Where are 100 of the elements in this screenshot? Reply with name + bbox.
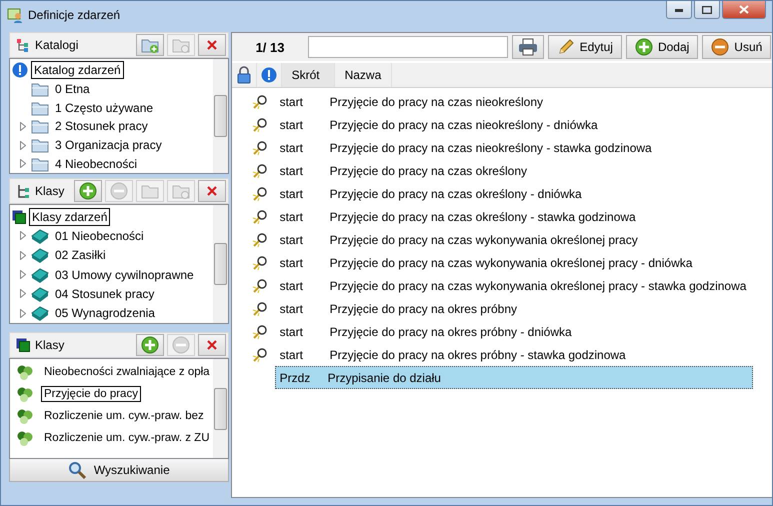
sparkle-icon	[252, 254, 268, 270]
panel-title: Klasy	[35, 184, 64, 198]
sparkle-icon	[252, 140, 268, 156]
tree-item[interactable]: Katalog zdarzeń	[31, 61, 124, 80]
printer-icon	[518, 38, 538, 56]
panel-title: Katalogi	[35, 38, 78, 52]
search-field[interactable]	[308, 36, 508, 58]
record-counter: 1/ 13	[256, 40, 286, 54]
table-cell-text: start	[278, 186, 304, 200]
column-header[interactable]: Nazwa	[334, 63, 392, 87]
tree-item[interactable]: 1 Często używane	[52, 98, 156, 117]
list-item[interactable]: Przyjęcie do pracy	[41, 386, 141, 402]
table-cell-text: start	[278, 302, 304, 316]
table-cell: Przyjęcie do pracy na czas wykonywania określonej pracy	[330, 232, 638, 246]
folder-minus-icon	[172, 37, 190, 53]
info-icon	[12, 62, 28, 78]
folder-plus-icon	[140, 183, 159, 199]
sparkle-icon	[252, 324, 268, 340]
table-cell-text: Przdz	[278, 370, 312, 384]
folder-plus-icon	[140, 37, 159, 53]
list-item[interactable]: Nieobecności zwalniające z opła	[41, 364, 213, 380]
lock-icon	[236, 66, 251, 84]
tree-item[interactable]: 04 Stosunek pracy	[52, 284, 158, 303]
hierarchy-icon	[16, 38, 30, 52]
tree-item[interactable]: 0 Etna	[52, 80, 93, 98]
add-folder-button[interactable]	[136, 34, 164, 56]
plus-icon	[634, 38, 653, 56]
sparkle-icon	[252, 116, 268, 132]
tree-item[interactable]: 02 Zasiłki	[52, 246, 109, 264]
add-button[interactable]	[136, 334, 164, 356]
folder-icon	[31, 100, 49, 116]
edit-button[interactable]: Edytuj	[548, 35, 622, 59]
folder-icon	[31, 156, 49, 172]
window-title: Definicje zdarzeń	[28, 8, 122, 22]
table-cell-text: start	[278, 232, 304, 246]
tree-item[interactable]: 3 Organizacja pracy	[52, 136, 165, 154]
table-cell-text: start	[278, 348, 304, 362]
sparkle-icon	[252, 94, 268, 110]
minus-icon	[110, 182, 128, 200]
close-button[interactable]	[722, 1, 766, 19]
table-cell-text: start	[278, 140, 304, 154]
maximize-icon	[702, 6, 712, 14]
close-button[interactable]	[198, 180, 226, 202]
close-button[interactable]	[198, 34, 226, 56]
hierarchy-icon	[16, 184, 30, 198]
close-icon	[739, 5, 749, 14]
folder-minus-icon	[172, 183, 190, 199]
list-item[interactable]: Rozliczenie um. cyw.-praw. z ZU	[41, 430, 213, 446]
tree-item[interactable]: Klasy zdarzeń	[29, 208, 110, 226]
add-button[interactable]: Dodaj	[626, 35, 698, 59]
sparkle-icon	[252, 300, 268, 316]
table-cell: Przyjęcie do pracy na okres próbny	[330, 302, 518, 316]
pencil-icon	[556, 38, 575, 56]
table-cell: Przyjęcie do pracy na czas określony - dniówka	[330, 186, 582, 200]
expand-arrow-icon	[20, 308, 26, 318]
search-button[interactable]: Wyszukiwanie	[9, 458, 229, 482]
tree-item[interactable]: 05 Wynagrodzenia	[52, 304, 158, 322]
scrollbar[interactable]	[212, 59, 228, 173]
sparkle-icon	[252, 346, 268, 362]
folder-icon	[31, 137, 49, 154]
app-icon	[7, 6, 23, 22]
add-button[interactable]	[74, 180, 102, 202]
sparkle-icon	[252, 232, 268, 248]
close-button[interactable]	[198, 334, 226, 356]
table-cell-text: start	[278, 256, 304, 270]
table-cell-text: start	[278, 164, 304, 178]
close-icon	[206, 186, 217, 196]
square-icon	[12, 210, 26, 224]
table-cell: Przyjęcie do pracy na okres próbny - dniówka	[330, 324, 572, 338]
table-cell: Przyjęcie do pracy na czas wykonywania określonej pracy - dniówka	[330, 256, 692, 270]
scrollbar[interactable]	[212, 359, 228, 458]
selected-row[interactable]: Przdz Przypisanie do działu	[274, 366, 754, 389]
tree-item[interactable]: 2 Stosunek pracy	[52, 117, 151, 136]
table-cell-text: start	[278, 324, 304, 338]
tree-item[interactable]: 4 Nieobecności	[52, 154, 140, 173]
remove-button[interactable]: Usuń	[702, 35, 772, 59]
minus-icon	[711, 38, 730, 56]
list-item[interactable]: Rozliczenie um. cyw.-praw. bez	[41, 408, 207, 424]
minimize-button[interactable]	[666, 1, 692, 19]
plus-icon	[140, 336, 159, 354]
close-icon	[206, 40, 217, 50]
tree-item[interactable]: 03 Umowy cywilnoprawne	[52, 266, 197, 284]
sparkle-icon	[252, 186, 268, 202]
minus-icon	[172, 336, 190, 354]
column-header[interactable]: Skrót	[282, 63, 335, 87]
panel-title: Klasy	[35, 338, 64, 352]
tree-item[interactable]: 01 Nieobecności	[52, 226, 147, 245]
sparkle-icon	[252, 278, 268, 294]
print-button[interactable]	[512, 35, 544, 59]
table-cell: Przyjęcie do pracy na czas nieokreślony	[330, 94, 544, 108]
maximize-button[interactable]	[694, 1, 720, 19]
table-cell-text: start	[278, 278, 304, 292]
scrollbar[interactable]	[212, 205, 228, 323]
minimize-icon	[675, 8, 683, 12]
info-icon	[260, 67, 277, 83]
table-cell-text: start	[278, 118, 304, 132]
table-cell: Przyjęcie do pracy na czas określony - stawka godzinowa	[330, 210, 636, 224]
folder-icon	[31, 118, 49, 134]
table-cell-text: start	[278, 94, 304, 108]
table-cell: Przyjęcie do pracy na czas nieokreślony - stawka godzinowa	[330, 140, 652, 154]
